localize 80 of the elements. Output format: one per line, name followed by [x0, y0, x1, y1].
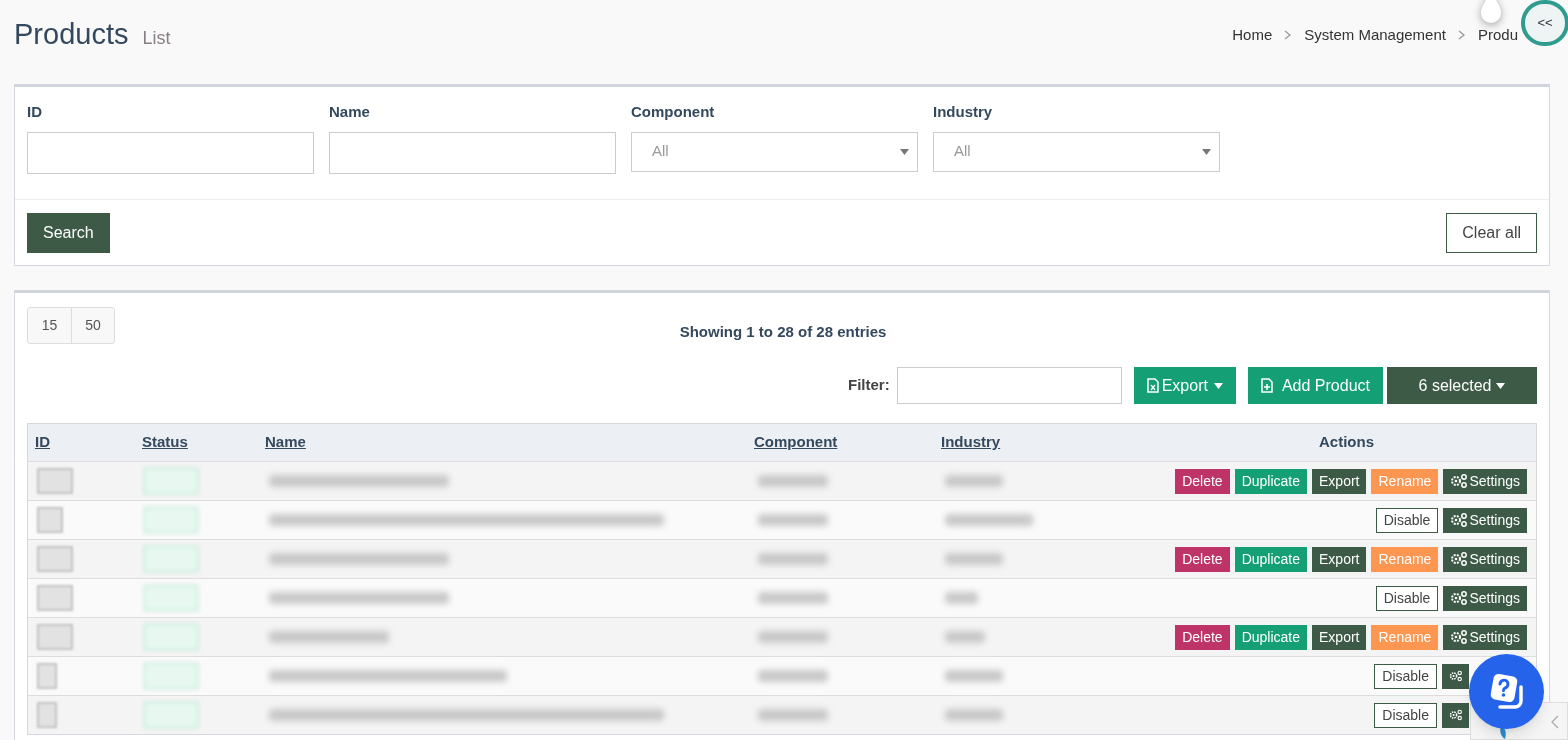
filter-field[interactable] [896, 367, 1122, 404]
disable-button[interactable]: Disable [1375, 585, 1439, 611]
breadcrumb-link[interactable]: Home [1232, 23, 1273, 47]
clear-button[interactable]: Clear all [1446, 213, 1537, 253]
disable-button[interactable]: Disable [1374, 663, 1437, 689]
chevron-right-icon [1284, 30, 1293, 40]
page-size-button[interactable]: 50 [71, 308, 114, 343]
blurred-text [758, 553, 828, 565]
gears-icon [1450, 513, 1468, 527]
delete-button[interactable]: Delete [1175, 468, 1230, 494]
blurred-text [758, 475, 828, 487]
gears-icon [1450, 552, 1468, 566]
blurred-text [945, 592, 978, 604]
search-button[interactable]: Search [27, 213, 110, 253]
spreadsheet-file-icon [1146, 378, 1159, 393]
sortable-column-header[interactable]: Industry [941, 433, 1001, 451]
caret-down-icon [1202, 148, 1211, 155]
blurred-text [758, 631, 828, 643]
filter-label: Filter: [848, 375, 890, 396]
field-label: Component [631, 102, 716, 122]
settings-button[interactable] [1442, 702, 1469, 728]
caret-down-icon [900, 148, 909, 155]
blurred-id-badge [37, 585, 73, 611]
blurred-id-badge [37, 663, 57, 689]
gears-icon [1450, 474, 1468, 488]
gears-icon [1449, 708, 1462, 722]
sortable-column-header[interactable]: Component [754, 433, 838, 451]
input-field[interactable] [329, 131, 616, 174]
breadcrumb-link[interactable]: Produ [1477, 23, 1518, 47]
sortable-column-header[interactable]: Name [265, 433, 306, 451]
blurred-text [945, 670, 1003, 682]
sortable-column-header[interactable]: Status [142, 433, 188, 451]
page-subtitle: List [142, 27, 171, 51]
blurred-text [758, 514, 828, 526]
entries-info: Showing 1 to 28 of 28 entries [678, 322, 888, 342]
settings-button[interactable]: Settings [1443, 507, 1527, 533]
blurred-id-badge [37, 624, 73, 650]
breadcrumb-link[interactable]: System Management [1304, 23, 1446, 47]
collapse-button[interactable]: << [1521, 0, 1568, 46]
export-button[interactable]: Export [1312, 624, 1367, 650]
blurred-id-badge [37, 468, 73, 494]
disable-button[interactable]: Disable [1375, 507, 1439, 533]
field-label: Name [329, 102, 371, 122]
disable-button[interactable]: Disable [1374, 702, 1437, 728]
gears-icon [1450, 630, 1468, 644]
chevron-left-icon [1551, 715, 1559, 729]
settings-button[interactable]: Settings [1443, 546, 1527, 572]
settings-button[interactable]: Settings [1443, 585, 1527, 611]
blurred-text [758, 670, 828, 682]
settings-button[interactable]: Settings [1443, 624, 1527, 650]
blurred-text [758, 592, 828, 604]
droplet-icon [1479, 0, 1503, 24]
gears-icon [1450, 591, 1468, 605]
caret-down-icon [1213, 382, 1223, 389]
settings-button[interactable] [1442, 663, 1469, 689]
blurred-text [758, 709, 828, 721]
blurred-text [945, 475, 1003, 487]
export-button[interactable]: Export [1312, 546, 1367, 572]
delete-button[interactable]: Delete [1175, 546, 1230, 572]
blurred-text [945, 553, 1003, 565]
selection-dropdown-button[interactable]: 6 selected [1387, 367, 1537, 404]
blurred-id-badge [37, 546, 73, 572]
export-button[interactable]: Export [1312, 468, 1367, 494]
sortable-column-header[interactable]: ID [35, 433, 50, 451]
blurred-id-badge [37, 507, 63, 533]
page-size-button[interactable]: 15 [28, 308, 71, 343]
input-field[interactable] [27, 131, 314, 174]
page-title: Products [14, 17, 129, 53]
blurred-text [945, 709, 1003, 721]
column-header: Actions [1319, 433, 1374, 451]
blurred-id-badge [37, 702, 57, 728]
gears-icon [1449, 669, 1462, 683]
caret-down-icon [1496, 382, 1506, 389]
delete-button[interactable]: Delete [1175, 624, 1230, 650]
settings-button[interactable]: Settings [1443, 468, 1527, 494]
add-file-icon [1260, 378, 1273, 393]
blurred-text [945, 631, 985, 643]
field-label: Industry [933, 102, 994, 122]
chevron-right-icon [1457, 30, 1466, 40]
field-label: ID [27, 102, 43, 122]
